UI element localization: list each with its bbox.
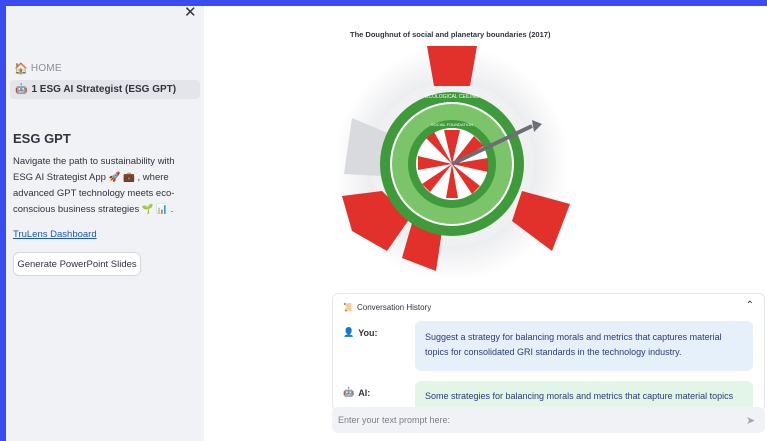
ai-label-text: AI: [358,387,371,398]
conversation-header-label: Conversation History [356,303,432,312]
trulens-dashboard-link[interactable]: TruLens Dashboard [13,229,97,240]
app-window: ✕ 🏠 HOME 🤖 1 ESG AI Strategist (ESG GPT)… [6,6,767,441]
robot-icon: 🤖 [15,84,28,95]
user-label: 👤 You: [343,327,378,338]
sidebar-item-label: HOME [30,63,62,74]
doughnut-image: ECOLOGICAL CEILING SOCIAL FOUNDATION [334,46,570,276]
ceiling-label: ECOLOGICAL CEILING [425,94,479,100]
conversation-header[interactable]: 📜 Conversation History [343,303,431,312]
generate-slides-button[interactable]: Generate PowerPoint Slides [13,252,141,276]
send-icon[interactable]: ➤ [746,414,755,427]
sidebar-item-esg-strategist[interactable]: 🤖 1 ESG AI Strategist (ESG GPT) [10,80,200,99]
robot-avatar-icon: 🤖 [343,387,355,397]
ai-label: 🤖 AI: [343,387,370,398]
user-avatar-icon: 👤 [343,327,355,337]
user-label-text: You: [358,327,378,338]
collapse-chevron-icon[interactable]: ⌃ [746,300,754,311]
overshoot-climate [427,46,477,86]
sidebar-description: Navigate the path to sustainability with… [13,156,175,215]
sidebar: ✕ 🏠 HOME 🤖 1 ESG AI Strategist (ESG GPT)… [6,6,204,441]
close-sidebar-icon[interactable]: ✕ [184,6,197,20]
prompt-input[interactable] [332,407,765,433]
house-icon: 🏠 [14,63,28,75]
main-content: The Doughnut of social and planetary bou… [204,6,767,441]
sidebar-item-label: 1 ESG AI Strategist (ESG GPT) [31,84,177,95]
scroll-icon: 📜 [343,303,353,312]
sidebar-item-home[interactable]: 🏠 HOME [14,62,62,75]
sidebar-title: ESG GPT [13,131,71,146]
foundation-label: SOCIAL FOUNDATION [431,122,473,127]
conversation-panel: 📜 Conversation History ⌃ 👤 You: Suggest … [332,293,765,411]
user-message: Suggest a strategy for balancing morals … [415,321,753,371]
